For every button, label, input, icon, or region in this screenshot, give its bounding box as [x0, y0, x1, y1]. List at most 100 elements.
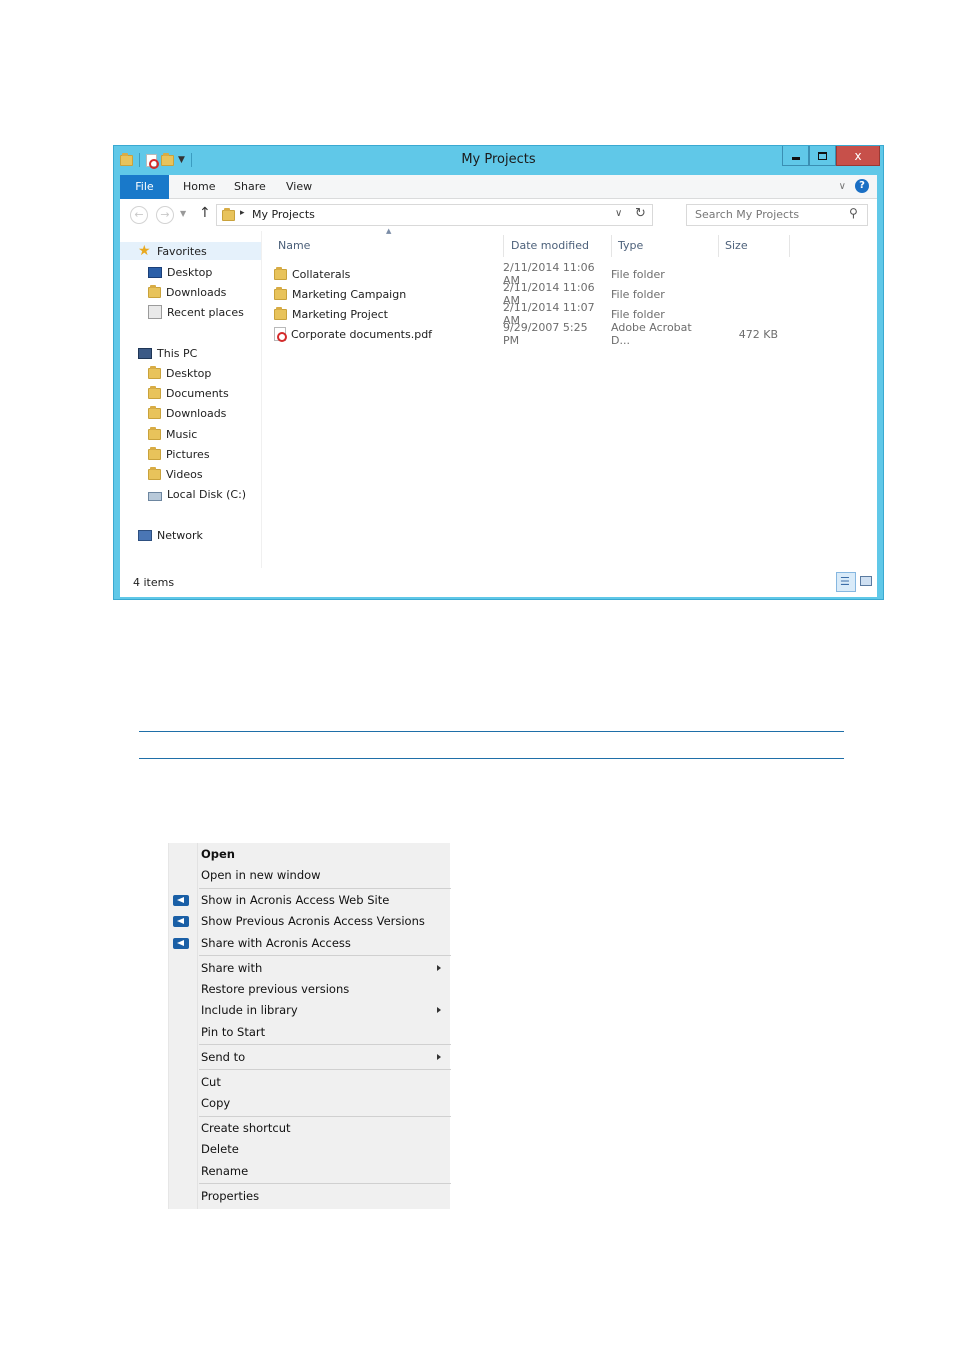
menu-item-delete[interactable]: Delete: [201, 1139, 239, 1160]
window-title: My Projects: [461, 152, 536, 167]
column-header-date[interactable]: Date modified: [505, 235, 612, 257]
nav-this-pc[interactable]: This PC: [138, 344, 197, 362]
column-header-name[interactable]: Name: [272, 235, 504, 257]
content-area: ★ Favorites Desktop Downloads Recent pla…: [120, 227, 877, 568]
menu-item-share-with[interactable]: Share with: [201, 958, 262, 979]
help-icon[interactable]: ?: [855, 179, 869, 193]
explorer-window: ▼ My Projects x File Home Share View ∨ ?…: [113, 145, 884, 600]
refresh-icon[interactable]: ↻: [635, 206, 646, 221]
search-box[interactable]: Search My Projects ⚲: [686, 204, 868, 226]
up-icon[interactable]: ↑: [199, 205, 211, 221]
menu-item-pin-to-start[interactable]: Pin to Start: [201, 1022, 265, 1043]
downloads-icon: [148, 405, 161, 419]
menu-item-cut[interactable]: Cut: [201, 1072, 221, 1093]
large-icons-view-button[interactable]: [859, 574, 873, 588]
tab-file[interactable]: File: [120, 175, 169, 199]
file-row[interactable]: Corporate documents.pdf 9/29/2007 5:25 P…: [270, 321, 778, 347]
menu-item-properties[interactable]: Properties: [201, 1186, 259, 1207]
nav-item-recent-places[interactable]: Recent places: [148, 303, 244, 321]
documents-icon: [148, 385, 161, 399]
nav-label: Local Disk (C:): [167, 487, 247, 501]
file-name-cell: Marketing Campaign: [270, 286, 498, 301]
navigation-bar: ← → ▼ ↑ ▸ My Projects ∨ ↻ Search My Proj…: [120, 199, 877, 231]
acronis-icon: [173, 938, 189, 949]
menu-item-include-library[interactable]: Include in library: [201, 1000, 298, 1021]
details-view-button[interactable]: ☰: [836, 572, 856, 592]
menu-item-show-web-site[interactable]: Show in Acronis Access Web Site: [201, 890, 389, 911]
search-icon[interactable]: ⚲: [849, 206, 858, 220]
nav-label: Recent places: [167, 305, 244, 319]
menu-item-open-new-window[interactable]: Open in new window: [201, 865, 321, 886]
desktop-icon: [148, 266, 162, 278]
sort-ascending-icon: ▲: [386, 227, 392, 235]
menu-separator: [199, 1069, 451, 1070]
item-count: 4 items: [133, 576, 175, 589]
nav-favorites[interactable]: ★ Favorites: [120, 242, 261, 260]
file-name-cell: Collaterals: [270, 266, 498, 281]
menu-separator: [199, 1116, 451, 1117]
file-type: Adobe Acrobat D...: [611, 321, 692, 347]
address-dropdown-icon[interactable]: ∨: [615, 208, 622, 219]
tab-home[interactable]: Home: [183, 175, 215, 199]
menu-separator: [199, 888, 451, 889]
menu-item-send-to[interactable]: Send to: [201, 1047, 245, 1068]
nav-label: Downloads: [166, 285, 227, 299]
nav-item-local-disk[interactable]: Local Disk (C:): [148, 485, 246, 503]
pictures-icon: [148, 446, 161, 460]
breadcrumb[interactable]: My Projects: [252, 208, 315, 221]
maximize-button[interactable]: [809, 146, 836, 166]
tab-view[interactable]: View: [286, 175, 312, 199]
network-icon: [138, 529, 152, 541]
computer-icon: [138, 347, 152, 359]
nav-item-pc-desktop[interactable]: Desktop: [148, 364, 211, 382]
nav-network[interactable]: Network: [138, 526, 203, 544]
ribbon-tabs: File Home Share View ∨ ?: [120, 175, 877, 199]
navigation-pane: ★ Favorites Desktop Downloads Recent pla…: [120, 231, 262, 568]
nav-item-pc-downloads[interactable]: Downloads: [148, 404, 226, 422]
nav-item-downloads[interactable]: Downloads: [148, 283, 226, 301]
menu-item-share-acronis[interactable]: Share with Acronis Access: [201, 933, 351, 954]
minimize-button[interactable]: [782, 146, 809, 166]
column-header-type[interactable]: Type: [612, 235, 719, 257]
title-bar[interactable]: ▼ My Projects x: [114, 146, 883, 175]
menu-item-copy[interactable]: Copy: [201, 1093, 230, 1114]
breadcrumb-chevron-icon[interactable]: ▸: [240, 208, 245, 218]
folder-icon: [274, 266, 287, 280]
context-menu: Open Open in new window Show in Acronis …: [168, 843, 451, 1209]
menu-gutter: [197, 843, 198, 1209]
submenu-arrow-icon: [437, 1054, 441, 1060]
nav-label: Pictures: [166, 447, 210, 461]
menu-item-rename[interactable]: Rename: [201, 1161, 248, 1182]
nav-item-pictures[interactable]: Pictures: [148, 445, 210, 463]
nav-item-documents[interactable]: Documents: [148, 384, 229, 402]
submenu-arrow-icon: [437, 1007, 441, 1013]
menu-separator: [199, 1044, 451, 1045]
menu-item-create-shortcut[interactable]: Create shortcut: [201, 1118, 291, 1139]
menu-item-restore-versions[interactable]: Restore previous versions: [201, 979, 349, 1000]
submenu-arrow-icon: [437, 965, 441, 971]
forward-button[interactable]: →: [156, 206, 174, 224]
search-input[interactable]: Search My Projects: [695, 208, 799, 221]
column-header-size[interactable]: Size: [719, 235, 790, 257]
divider-line: [139, 758, 844, 759]
back-button[interactable]: ←: [130, 206, 148, 224]
menu-item-open[interactable]: Open: [201, 844, 235, 865]
close-button[interactable]: x: [836, 146, 880, 166]
nav-item-desktop[interactable]: Desktop: [148, 263, 212, 281]
ribbon-right: ∨ ?: [839, 179, 869, 193]
nav-label: Desktop: [167, 265, 213, 279]
expand-ribbon-icon[interactable]: ∨: [839, 181, 846, 192]
nav-item-music[interactable]: Music: [148, 425, 197, 443]
address-bar[interactable]: ▸ My Projects ∨ ↻: [216, 204, 653, 226]
drive-icon: [148, 491, 162, 501]
nav-item-videos[interactable]: Videos: [148, 465, 203, 483]
recent-locations-icon[interactable]: ▼: [180, 209, 186, 218]
tab-share[interactable]: Share: [234, 175, 266, 199]
menu-item-show-previous-versions[interactable]: Show Previous Acronis Access Versions: [201, 911, 425, 932]
file-name-cell: Marketing Project: [270, 306, 498, 321]
file-type: File folder: [611, 307, 665, 321]
star-icon: ★: [138, 243, 151, 259]
acronis-icon: [173, 916, 189, 927]
nav-label: Documents: [166, 386, 229, 400]
large-icons-view-icon: [860, 576, 872, 586]
